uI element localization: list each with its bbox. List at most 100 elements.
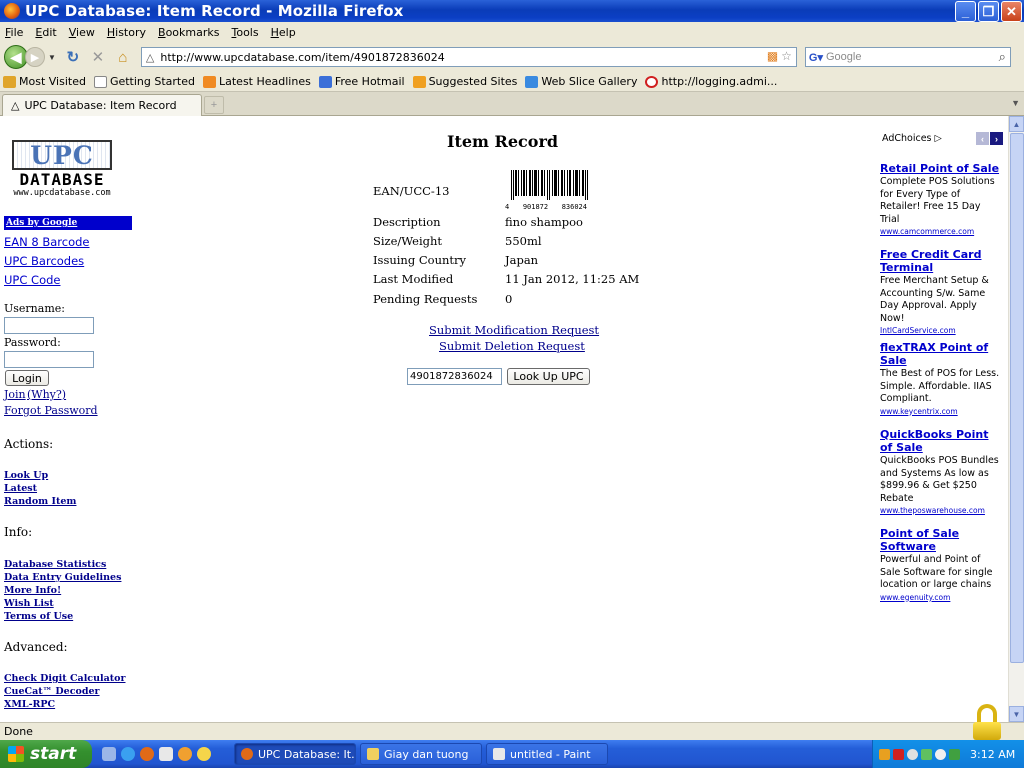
- tray-icon[interactable]: [935, 748, 946, 760]
- ad-title[interactable]: QuickBooks Point of Sale: [880, 428, 1002, 454]
- advanced-heading: Advanced:: [4, 640, 68, 654]
- advanced-check-digit-calculator[interactable]: Check Digit Calculator: [4, 673, 126, 684]
- ad-url[interactable]: www.camcommerce.com: [880, 227, 1002, 236]
- ad-body: QuickBooks POS Bundles and Systems As lo…: [880, 455, 999, 504]
- bookmark-latest-headlines[interactable]: Latest Headlines: [203, 75, 311, 88]
- ad-next-icon[interactable]: ›: [990, 132, 1003, 145]
- bookmark-getting-started[interactable]: Getting Started: [93, 75, 195, 88]
- ad-link-upc-code[interactable]: UPC Code: [4, 273, 60, 287]
- app-quick-icon[interactable]: [159, 747, 173, 761]
- forgot-password-link[interactable]: Forgot Password: [4, 404, 98, 417]
- menu-bookmarks[interactable]: Bookmarks: [158, 26, 219, 39]
- tray-icon[interactable]: [879, 748, 890, 760]
- forward-button[interactable]: ▶: [25, 47, 45, 67]
- home-icon[interactable]: ⌂: [112, 49, 134, 66]
- action-latest[interactable]: Latest: [4, 483, 37, 494]
- advanced-cuecat-decoder[interactable]: CueCat™ Decoder: [4, 686, 100, 697]
- login-button[interactable]: Login: [5, 370, 49, 386]
- ad-url[interactable]: www.keycentrix.com: [880, 407, 1002, 416]
- ad-title[interactable]: Free Credit Card Terminal: [880, 248, 1002, 274]
- tray-icon[interactable]: [949, 748, 960, 760]
- menu-edit[interactable]: Edit: [35, 26, 56, 39]
- stop-icon[interactable]: ✕: [87, 48, 109, 66]
- ie-icon[interactable]: [121, 747, 135, 761]
- search-engine-icon[interactable]: G▾: [809, 51, 823, 64]
- tray-icon[interactable]: [907, 748, 918, 760]
- site-logo[interactable]: UPC DATABASE www.upcdatabase.com: [6, 140, 118, 198]
- menu-view[interactable]: View: [69, 26, 95, 39]
- menu-tools[interactable]: Tools: [231, 26, 258, 39]
- look-up-upc-button[interactable]: Look Up UPC: [507, 368, 590, 385]
- upc-lookup-input[interactable]: 4901872836024: [407, 368, 502, 385]
- ad-link-upc-barcodes[interactable]: UPC Barcodes: [4, 254, 84, 268]
- ad-url[interactable]: www.theposwarehouse.com: [880, 506, 1002, 515]
- why-link[interactable]: (Why?): [27, 388, 66, 401]
- bookmark-most-visited[interactable]: Most Visited: [3, 75, 86, 88]
- search-icon[interactable]: ⌕: [999, 49, 1006, 65]
- url-text[interactable]: http://www.upcdatabase.com/item/49018728…: [160, 51, 444, 64]
- bookmark-free-hotmail[interactable]: Free Hotmail: [318, 75, 405, 88]
- info-data-entry-guidelines[interactable]: Data Entry Guidelines: [4, 572, 121, 583]
- action-random-item[interactable]: Random Item: [4, 496, 76, 507]
- history-dropdown-icon[interactable]: ▼: [48, 53, 56, 62]
- action-look-up[interactable]: Look Up: [4, 470, 48, 481]
- password-field[interactable]: [4, 351, 94, 368]
- clock[interactable]: 3:12 AM: [970, 748, 1015, 761]
- tab-item-record[interactable]: △ UPC Database: Item Record: [2, 94, 202, 116]
- info-database-statistics[interactable]: Database Statistics: [4, 559, 106, 570]
- scroll-down-icon[interactable]: ▼: [1009, 706, 1024, 722]
- reload-icon[interactable]: ↻: [62, 48, 84, 66]
- menu-help[interactable]: Help: [271, 26, 296, 39]
- search-placeholder[interactable]: Google: [826, 51, 861, 63]
- vertical-scrollbar[interactable]: ▲ ▼: [1008, 116, 1024, 722]
- site-identity-icon[interactable]: △: [146, 51, 154, 64]
- bookmark-web-slice-gallery[interactable]: Web Slice Gallery: [525, 75, 637, 88]
- minimize-button[interactable]: _: [955, 1, 976, 22]
- taskbar-item-paint[interactable]: untitled - Paint: [486, 743, 608, 765]
- url-bar[interactable]: △ http://www.upcdatabase.com/item/490187…: [140, 47, 797, 67]
- search-box[interactable]: G▾ Google ⌕: [804, 47, 1011, 67]
- new-tab-button[interactable]: +: [204, 96, 224, 114]
- username-field[interactable]: [4, 317, 94, 334]
- tab-list-icon[interactable]: ▼: [1011, 98, 1020, 108]
- ad-url[interactable]: IntlCardService.com: [880, 326, 1002, 335]
- tray-icon[interactable]: [893, 748, 904, 760]
- info-terms-of-use[interactable]: Terms of Use: [4, 611, 73, 622]
- join-link[interactable]: Join: [4, 388, 26, 401]
- start-button[interactable]: start: [0, 740, 92, 768]
- firefox-quick-icon[interactable]: [140, 747, 154, 761]
- menu-file[interactable]: File: [5, 26, 23, 39]
- close-button[interactable]: ✕: [1001, 1, 1022, 22]
- folder-icon: [367, 748, 379, 760]
- advanced-xml-rpc[interactable]: XML-RPC: [4, 699, 55, 710]
- info-wish-list[interactable]: Wish List: [4, 598, 54, 609]
- messenger-quick-icon[interactable]: [197, 747, 211, 761]
- bookmark-star-icon[interactable]: ☆: [781, 49, 792, 63]
- info-more-info[interactable]: More Info!: [4, 585, 61, 596]
- taskbar-item-folder[interactable]: Giay dan tuong: [360, 743, 482, 765]
- ads-by-google-link[interactable]: Ads by Google: [4, 216, 132, 230]
- scroll-up-icon[interactable]: ▲: [1009, 116, 1024, 132]
- media-quick-icon[interactable]: [178, 747, 192, 761]
- bookmark-suggested-sites[interactable]: Suggested Sites: [412, 75, 517, 88]
- taskbar-item-firefox[interactable]: UPC Database: It...: [234, 743, 356, 765]
- ad-title[interactable]: Point of Sale Software: [880, 527, 1002, 553]
- window-controls: _ ❐ ✕: [955, 1, 1022, 22]
- ad-prev-icon[interactable]: ‹: [976, 132, 989, 145]
- tab-bar: △ UPC Database: Item Record + ▼: [0, 92, 1024, 116]
- ad-url[interactable]: www.egenuity.com: [880, 593, 1002, 602]
- status-text: Done: [4, 725, 33, 738]
- ad-title[interactable]: Retail Point of Sale: [880, 162, 1002, 175]
- adchoices-label[interactable]: AdChoices ▷: [882, 133, 942, 144]
- ad-link-ean8[interactable]: EAN 8 Barcode: [4, 235, 90, 249]
- desktop-icon[interactable]: [102, 747, 116, 761]
- submit-deletion-link[interactable]: Submit Deletion Request: [439, 339, 585, 353]
- submit-modification-link[interactable]: Submit Modification Request: [429, 323, 599, 337]
- rss-feed-icon[interactable]: ▩: [767, 49, 778, 63]
- bookmark-logging[interactable]: http://logging.admi...: [645, 75, 777, 88]
- maximize-button[interactable]: ❐: [978, 1, 999, 22]
- ad-title[interactable]: flexTRAX Point of Sale: [880, 341, 1002, 367]
- tray-icon[interactable]: [921, 748, 932, 760]
- menu-history[interactable]: History: [107, 26, 146, 39]
- scroll-thumb[interactable]: [1010, 133, 1024, 663]
